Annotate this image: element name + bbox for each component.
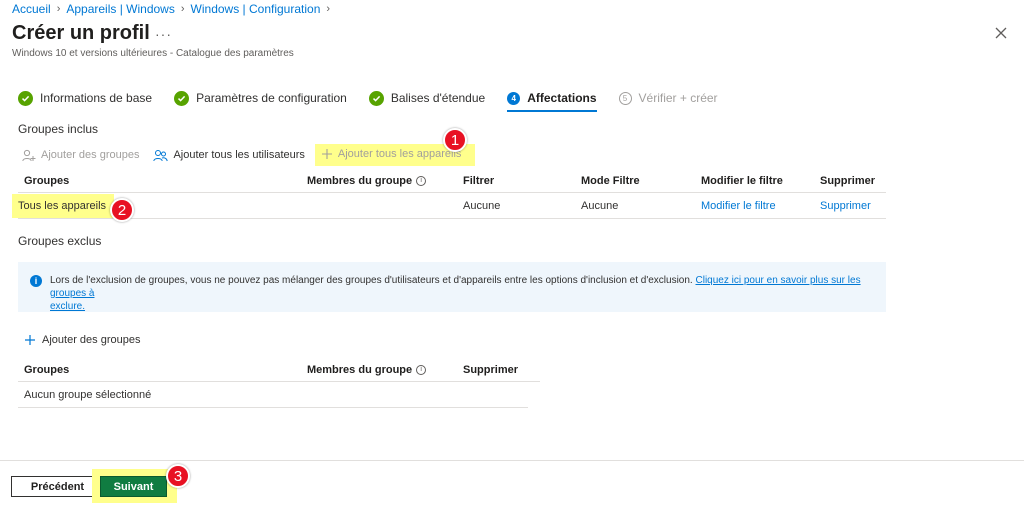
step-review-create: 5 Vérifier + créer: [618, 91, 718, 105]
table-row-empty: Aucun groupe sélectionné: [18, 382, 528, 408]
step-label: Informations de base: [40, 91, 153, 105]
step-basics[interactable]: Informations de base: [18, 90, 153, 106]
plus-icon: [321, 149, 332, 159]
chevron-right-icon: ›: [56, 3, 61, 15]
table-header: Groupes Membres du groupe i Filtrer Mode…: [18, 169, 886, 193]
chevron-right-icon: ›: [326, 3, 331, 15]
delete-link[interactable]: Supprimer: [814, 200, 886, 212]
step-number-badge: 5: [618, 91, 632, 105]
table-header: Groupes Membres du groupe i Supprimer: [18, 358, 540, 382]
info-icon[interactable]: i: [416, 364, 427, 375]
info-icon: i: [30, 275, 42, 287]
breadcrumb: Accueil › Appareils | Windows › Windows …: [12, 2, 336, 16]
included-groups-table: Groupes Membres du groupe i Filtrer Mode…: [12, 169, 886, 219]
check-circle-icon: [174, 90, 190, 106]
footer: Précédent Suivant: [0, 460, 1024, 506]
group-name: Tous les appareils: [12, 193, 115, 218]
wizard-steps: Informations de base Paramètres de confi…: [18, 89, 740, 112]
add-all-devices-label: Ajouter tous les appareils: [337, 148, 462, 160]
group-cell: Tous les appareils: [12, 193, 301, 218]
users-icon: [153, 149, 169, 161]
info-message-text: Lors de l'exclusion de groupes, vous ne …: [50, 274, 874, 312]
add-excluded-groups-button[interactable]: Ajouter des groupes: [24, 334, 140, 346]
info-message-bar: i Lors de l'exclusion de groupes, vous n…: [18, 262, 886, 312]
step-assignments[interactable]: 4 Affectations: [507, 91, 597, 112]
step-number-badge: 4: [507, 91, 521, 105]
info-text: Lors de l'exclusion de groupes, vous ne …: [50, 275, 696, 286]
add-groups-label: Ajouter des groupes: [41, 149, 140, 161]
column-filter-mode: Mode Filtre: [581, 174, 640, 187]
more-options-icon[interactable]: ···: [155, 26, 172, 42]
column-members-label: Membres du groupe: [307, 174, 413, 187]
column-members: Membres du groupe i: [301, 175, 457, 187]
excluded-groups-title: Groupes exclus: [18, 234, 102, 248]
annotation-badge-1: 1: [443, 128, 467, 152]
next-button[interactable]: Suivant: [100, 476, 167, 497]
page-title: Créer un profil: [12, 22, 150, 44]
column-members-label: Membres du groupe: [307, 363, 413, 376]
column-groups: Groupes: [24, 174, 70, 187]
column-edit-filter: Modifier le filtre: [701, 174, 783, 187]
edit-filter-link[interactable]: Modifier le filtre: [695, 200, 814, 212]
included-toolbar: Ajouter des groupes Ajouter tous les uti…: [22, 144, 489, 166]
check-circle-icon: [18, 90, 33, 106]
column-filter: Filtrer: [463, 174, 495, 187]
filter-cell: Aucune: [463, 199, 501, 212]
table-row: Tous les appareils Aucune Aucune Modifie…: [12, 193, 886, 219]
filter-mode-cell: Aucune: [581, 199, 619, 212]
learn-more-link-continued[interactable]: exclure.: [50, 301, 85, 312]
empty-state-text: Aucun groupe sélectionné: [24, 388, 152, 401]
step-label: Vérifier + créer: [638, 91, 718, 105]
plus-icon: [25, 335, 35, 345]
column-delete: Supprimer: [820, 174, 876, 187]
step-label: Paramètres de configuration: [196, 91, 347, 105]
add-groups-button[interactable]: Ajouter des groupes: [22, 149, 139, 162]
included-groups-title: Groupes inclus: [18, 122, 99, 136]
breadcrumb-devices-windows[interactable]: Appareils | Windows: [66, 2, 175, 16]
check-circle-icon: [368, 90, 384, 106]
breadcrumb-windows-configuration[interactable]: Windows | Configuration: [191, 2, 321, 16]
column-delete: Supprimer: [463, 363, 519, 376]
step-scope-tags[interactable]: Balises d'étendue: [368, 90, 486, 106]
step-label: Affectations: [527, 91, 597, 105]
add-all-users-button[interactable]: Ajouter tous les utilisateurs: [153, 149, 305, 162]
annotation-badge-2: 2: [110, 198, 134, 222]
column-groups: Groupes: [24, 363, 70, 376]
annotation-badge-3: 3: [166, 464, 190, 488]
page-subtitle: Windows 10 et versions ultérieures - Cat…: [12, 48, 294, 59]
close-icon[interactable]: [994, 26, 1008, 40]
breadcrumb-home[interactable]: Accueil: [12, 2, 51, 16]
excluded-groups-table: Groupes Membres du groupe i Supprimer Au…: [18, 358, 540, 408]
column-members: Membres du groupe i: [301, 364, 457, 376]
add-user-icon: [22, 149, 36, 161]
chevron-right-icon: ›: [180, 3, 185, 15]
step-configuration-settings[interactable]: Paramètres de configuration: [174, 90, 347, 106]
previous-button[interactable]: Précédent: [11, 476, 104, 497]
add-all-users-label: Ajouter tous les utilisateurs: [173, 149, 305, 161]
add-excluded-groups-label: Ajouter des groupes: [42, 334, 141, 346]
step-label: Balises d'étendue: [390, 91, 486, 105]
info-icon[interactable]: i: [416, 175, 427, 186]
